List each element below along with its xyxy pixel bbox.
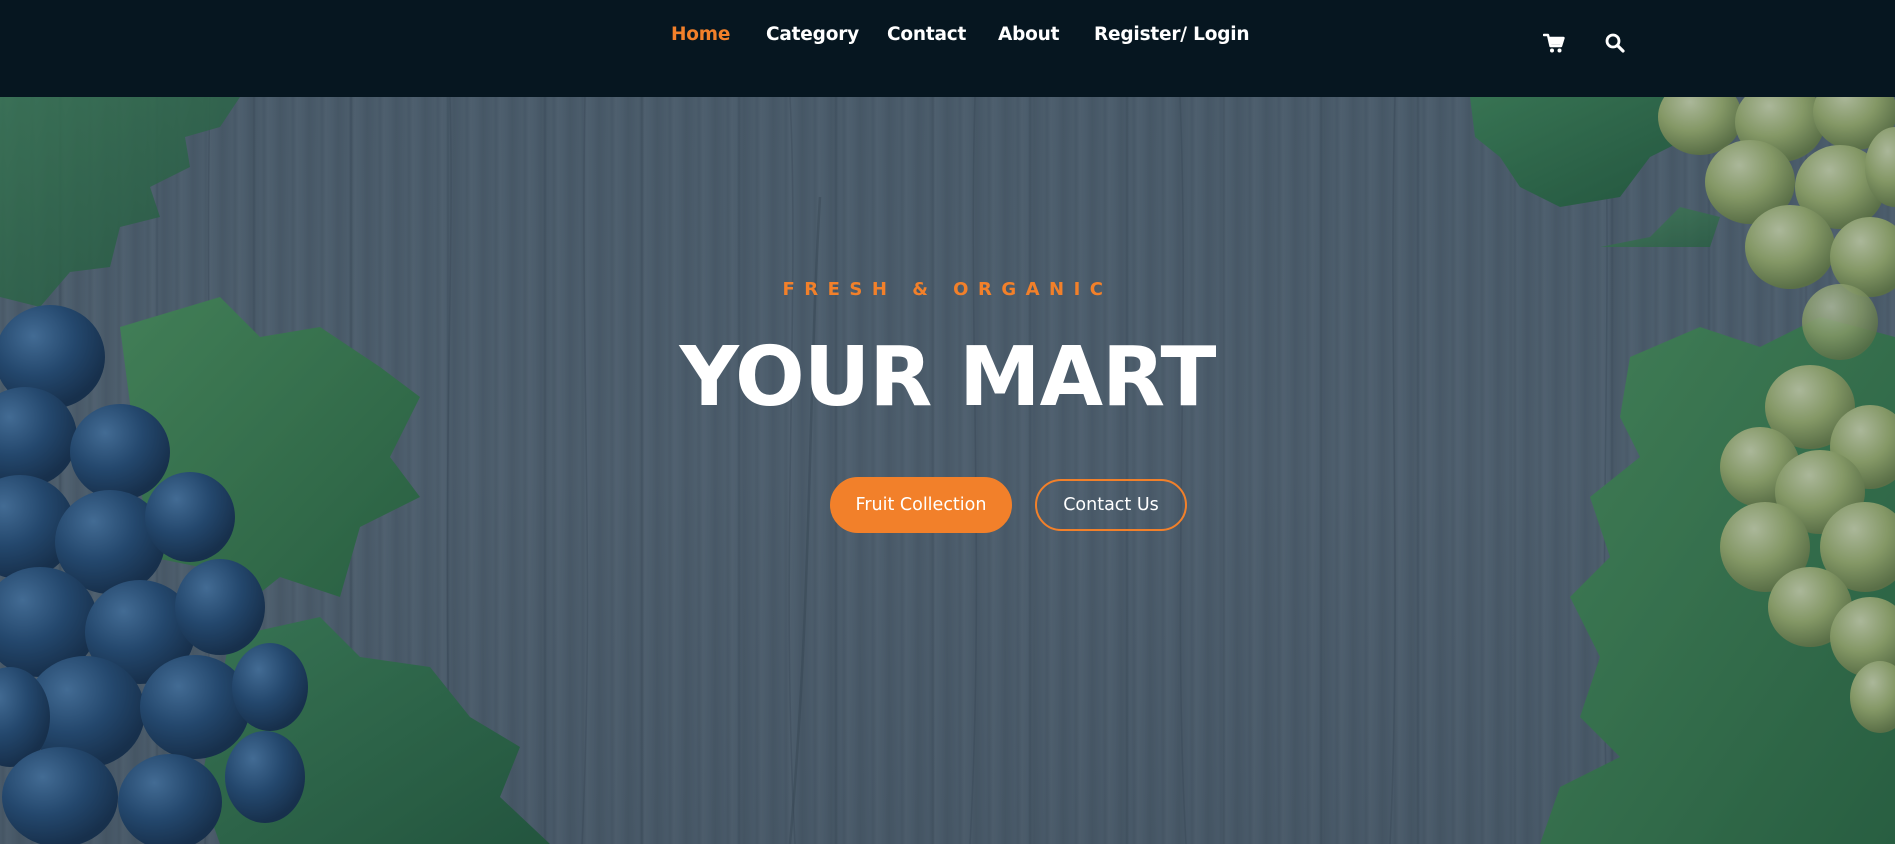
contact-us-button[interactable]: Contact Us <box>1035 479 1187 531</box>
nav-item-category[interactable]: Category <box>766 24 859 45</box>
nav-item-contact[interactable]: Contact <box>887 24 966 45</box>
fruit-collection-button[interactable]: Fruit Collection <box>830 477 1012 533</box>
hero-content: FRESH & ORGANIC YOUR MART Fruit Collecti… <box>0 97 1895 844</box>
nav-item-about[interactable]: About <box>998 24 1059 45</box>
search-icon[interactable] <box>1604 32 1626 54</box>
hero-title: YOUR MART <box>679 330 1217 425</box>
nav-item-register-login[interactable]: Register/ Login <box>1094 24 1250 45</box>
hero-banner: FRESH & ORGANIC YOUR MART Fruit Collecti… <box>0 97 1895 844</box>
top-navbar: Home Category Contact About Register/ Lo… <box>0 0 1895 97</box>
cart-icon[interactable] <box>1542 32 1565 54</box>
nav-item-home[interactable]: Home <box>671 24 730 45</box>
hero-kicker: FRESH & ORGANIC <box>782 279 1113 300</box>
